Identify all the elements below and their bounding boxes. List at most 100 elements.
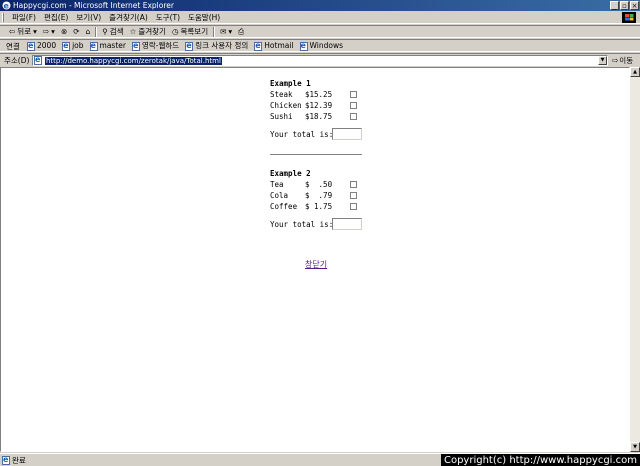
close-button[interactable]: × [630, 1, 639, 10]
back-button[interactable]: ⇦ 뒤로 ▾ [6, 27, 40, 37]
item-price: $15.25 [305, 90, 333, 99]
go-arrow-icon: ⇨ [612, 56, 619, 65]
favorites-button[interactable]: ☆ 즐겨찾기 [127, 27, 169, 37]
page-icon [34, 55, 42, 65]
stop-button[interactable]: ⊗ [58, 27, 70, 37]
menu-favorites[interactable]: 즐겨찾기(A) [105, 12, 152, 23]
toolbar-separator [95, 27, 98, 37]
link-windows[interactable]: Windows [297, 41, 346, 51]
link-webhard[interactable]: 영락-웹하드 [129, 41, 182, 51]
menu-item-row: Cola $ .79 [270, 190, 362, 201]
history-button[interactable]: ◷ 목록보기 [169, 27, 211, 37]
tea-checkbox[interactable] [350, 181, 357, 188]
example2-title: Example 2 [270, 169, 311, 178]
mail-button[interactable]: ✉ ▾ [217, 27, 235, 37]
link-job[interactable]: job [59, 41, 86, 51]
history-icon: ◷ [171, 27, 179, 36]
item-price: $ 1.75 [305, 202, 333, 211]
menu-file[interactable]: 파일(F) [8, 12, 40, 23]
menu-item-row: Tea $ .50 [270, 179, 362, 190]
refresh-icon: ⟳ [73, 27, 80, 36]
mail-icon: ✉ [220, 27, 227, 36]
address-dropdown-button[interactable]: ▼ [598, 56, 607, 65]
status-text: 완료 [12, 456, 26, 465]
svg-text:e: e [4, 2, 10, 11]
total-row: Your total is: [270, 128, 362, 140]
dropdown-arrow-icon: ▾ [51, 27, 55, 36]
window-title: Happycgi.com - Microsoft Internet Explor… [13, 1, 174, 10]
window-controls: _ ▫ × [610, 1, 639, 10]
vertical-scrollbar[interactable]: ▲ ▼ [630, 67, 640, 452]
forward-button[interactable]: ⇨ ▾ [40, 27, 58, 37]
menu-help[interactable]: 도움말(H) [184, 12, 224, 23]
link-master[interactable]: master [87, 41, 129, 51]
search-button[interactable]: ⚲ 검색 [99, 27, 126, 37]
menu-edit[interactable]: 편집(E) [40, 12, 72, 23]
links-label: 연결 [6, 42, 20, 51]
total-row: Your total is: [270, 218, 362, 230]
menu-item-row: Steak $15.25 [270, 89, 362, 100]
links-bar: 연결 2000 job master 영락-웹하드 링크 사용자 정의 Hotm… [0, 39, 640, 52]
favorites-icon: ☆ [129, 27, 137, 36]
status-bar: 완료 Copyright(c) http://www.happycgi.com [0, 453, 640, 466]
standard-toolbar: ⇦ 뒤로 ▾ ⇨ ▾ ⊗ ⟳ ⌂ ⚲ 검색 ☆ 즐겨찾기 ◷ 목록보기 ✉ ▾ … [0, 25, 640, 38]
ie-logo-icon: e [2, 1, 11, 11]
item-name: Sushi [270, 112, 293, 121]
menu-item-row: Sushi $18.75 [270, 111, 362, 122]
title-bar: e Happycgi.com - Microsoft Internet Expl… [0, 0, 640, 11]
menu-item-row: Coffee $ 1.75 [270, 201, 362, 212]
toolbar-separator [213, 27, 216, 37]
dropdown-arrow-icon: ▾ [228, 27, 233, 36]
link-2000[interactable]: 2000 [24, 41, 59, 51]
address-input[interactable]: http://demo.happycgi.com/zerotak/java/To… [32, 55, 608, 66]
toolbar-grip[interactable] [2, 13, 4, 22]
forward-arrow-icon: ⇨ [42, 27, 50, 36]
maximize-button[interactable]: ▫ [620, 1, 629, 10]
total-label: Your total is: [270, 130, 334, 139]
example1-title: Example 1 [270, 79, 311, 88]
refresh-button[interactable]: ⟳ [70, 27, 82, 37]
page-content: Example 1 Steak $15.25 Chicken $12.39 Su… [270, 78, 362, 230]
link-customize-links[interactable]: 링크 사용자 정의 [182, 41, 251, 51]
page-icon [254, 41, 263, 51]
page-icon [131, 41, 140, 51]
cola-checkbox[interactable] [350, 192, 357, 199]
total-input-example2[interactable] [332, 218, 362, 230]
print-icon: ⎙ [238, 27, 245, 36]
item-name: Steak [270, 90, 293, 99]
total-input-example1[interactable] [332, 128, 362, 140]
sushi-checkbox[interactable] [350, 113, 357, 120]
copyright-watermark: Copyright(c) http://www.happycgi.com [440, 454, 640, 466]
scroll-up-icon[interactable]: ▲ [630, 67, 640, 77]
page-icon [299, 41, 308, 51]
total-label: Your total is: [270, 220, 334, 229]
link-hotmail[interactable]: Hotmail [251, 41, 296, 51]
coffee-checkbox[interactable] [350, 203, 357, 210]
page-icon [89, 41, 98, 51]
page-icon [62, 41, 71, 51]
dropdown-arrow-icon: ▾ [33, 27, 37, 36]
home-button[interactable]: ⌂ [83, 27, 94, 37]
close-window-link[interactable]: 창닫기 [305, 259, 327, 270]
item-name: Cola [270, 191, 289, 200]
address-url[interactable]: http://demo.happycgi.com/zerotak/java/To… [45, 57, 222, 65]
minimize-button[interactable]: _ [610, 1, 619, 10]
item-name: Tea [270, 180, 284, 189]
item-price: $ .50 [305, 180, 333, 189]
windows-logo-icon [622, 12, 636, 23]
go-button[interactable]: ⇨ 이동 [612, 56, 633, 65]
chicken-checkbox[interactable] [350, 102, 357, 109]
scroll-down-icon[interactable]: ▼ [630, 442, 640, 452]
menu-tools[interactable]: 도구(T) [152, 12, 184, 23]
page-icon [27, 41, 35, 51]
page-icon [2, 455, 10, 465]
item-name: Chicken [270, 101, 302, 110]
item-name: Coffee [270, 202, 298, 211]
print-button[interactable]: ⎙ [235, 27, 247, 37]
item-price: $18.75 [305, 112, 333, 121]
item-price: $12.39 [305, 101, 333, 110]
divider [270, 154, 362, 156]
steak-checkbox[interactable] [350, 91, 357, 98]
menu-view[interactable]: 보기(V) [72, 12, 105, 23]
page-icon [185, 41, 194, 51]
